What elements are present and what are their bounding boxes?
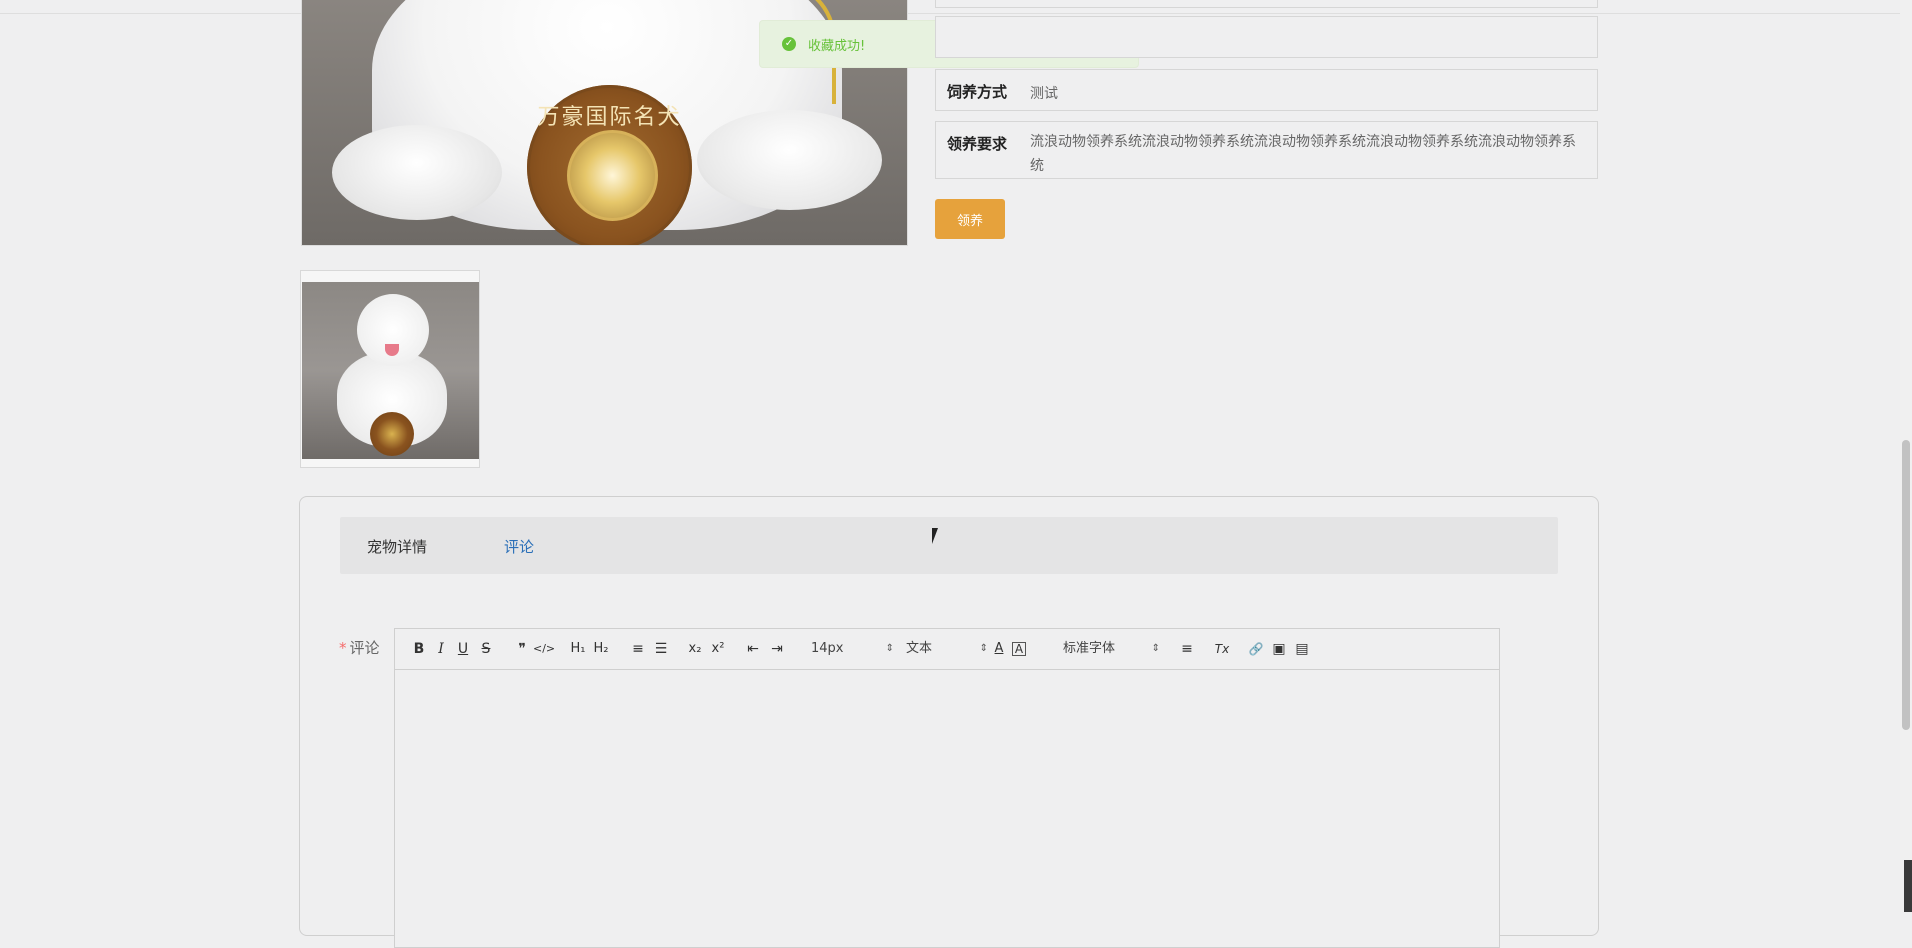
strike-button[interactable]: S (476, 639, 496, 659)
toast-message: 收藏成功! (808, 38, 866, 54)
tab-comments[interactable]: 评论 (504, 536, 534, 557)
mouse-cursor-icon (932, 528, 944, 544)
top-divider (0, 13, 1900, 14)
font-family-value: 标准字体 (1063, 641, 1116, 656)
page-scrollbar[interactable] (1900, 0, 1912, 912)
font-size-value: 14px (811, 641, 844, 656)
medal-emblem (567, 130, 658, 221)
outdent-button[interactable]: ⇤ (743, 639, 763, 659)
feeding-label: 饲养方式 (947, 83, 1008, 101)
h2-button[interactable]: H₂ (591, 639, 611, 659)
bullet-list-button[interactable]: ☰ (651, 639, 671, 659)
dog-left-paw (332, 125, 502, 220)
bold-button[interactable]: B (409, 639, 429, 659)
check-circle-icon: ✓ (782, 37, 796, 51)
scrollbar-thumb[interactable] (1902, 440, 1910, 730)
info-row-empty (935, 16, 1598, 58)
font-family-select[interactable]: 标准字体 ⇕ (1063, 639, 1160, 659)
link-icon[interactable]: 🔗 (1246, 639, 1266, 659)
thumbnail-list (300, 270, 480, 468)
align-button[interactable]: ≡ (1177, 639, 1197, 659)
h1-button[interactable]: H₁ (568, 639, 588, 659)
clean-format-button[interactable]: Tx (1212, 639, 1232, 659)
info-row-feeding: 饲养方式 测试 (935, 69, 1598, 111)
select-arrows-icon: ⇕ (885, 643, 894, 654)
adopt-button[interactable]: 领养 (935, 199, 1005, 239)
image-icon[interactable]: ▣ (1269, 639, 1289, 659)
superscript-button[interactable]: x² (708, 639, 728, 659)
font-size-select[interactable]: 14px ⇕ (811, 639, 894, 659)
required-mark: * (339, 639, 347, 657)
subscript-button[interactable]: x₂ (685, 639, 705, 659)
editor-toolbar: B I U S ❞ </> H₁ H₂ ≡ ☰ x₂ x² ⇤ ⇥ 14px ⇕… (395, 629, 1499, 670)
dog-right-paw (697, 110, 882, 210)
window-edge (1904, 860, 1912, 912)
background-color-button[interactable]: A (1012, 642, 1026, 656)
requirement-label: 领养要求 (947, 135, 1008, 153)
video-icon[interactable]: ▤ (1292, 639, 1312, 659)
italic-button[interactable]: I (431, 639, 451, 659)
feeding-value: 测试 (1030, 86, 1058, 102)
comment-label: * 评论 (339, 637, 380, 658)
indent-button[interactable]: ⇥ (767, 639, 787, 659)
select-arrows-icon: ⇕ (1151, 643, 1160, 654)
info-row-requirement: 领养要求 流浪动物领养系统流浪动物领养系统流浪动物领养系统流浪动物领养系统流浪动… (935, 121, 1598, 179)
info-row-partial (935, 0, 1598, 8)
header-select[interactable]: 文本 ⇕ (906, 639, 988, 659)
tab-pet-details[interactable]: 宠物详情 (367, 536, 427, 557)
comment-label-text: 评论 (349, 639, 380, 657)
requirement-value: 流浪动物领养系统流浪动物领养系统流浪动物领养系统流浪动物领养系统流浪动物领养系统 (1030, 134, 1576, 174)
medal-text: 万豪国际名犬 (537, 105, 682, 130)
tab-bar: 宠物详情 评论 (340, 517, 1558, 574)
blockquote-button[interactable]: ❞ (512, 639, 532, 659)
thumb-medal (370, 412, 414, 456)
text-color-button[interactable]: A (989, 639, 1009, 659)
ordered-list-button[interactable]: ≡ (628, 639, 648, 659)
select-arrows-icon: ⇕ (979, 643, 988, 654)
pet-thumbnail[interactable] (302, 282, 479, 459)
comment-editor-area[interactable] (395, 670, 1499, 948)
header-value: 文本 (906, 641, 933, 656)
detail-panel: 宠物详情 评论 * 评论 B I U S ❞ </> H₁ H₂ ≡ ☰ x₂ x… (299, 496, 1599, 948)
underline-button[interactable]: U (453, 639, 473, 659)
code-block-button[interactable]: </> (533, 639, 555, 659)
medal-logo: 万豪国际名犬 (527, 85, 692, 245)
comment-editor: B I U S ❞ </> H₁ H₂ ≡ ☰ x₂ x² ⇤ ⇥ 14px ⇕… (394, 628, 1500, 948)
